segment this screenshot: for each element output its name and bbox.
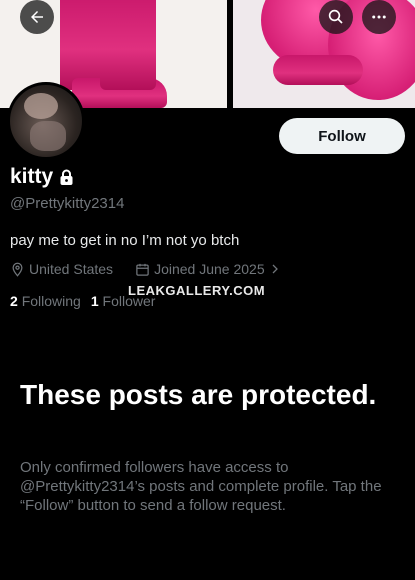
- avatar[interactable]: [7, 82, 85, 160]
- more-button[interactable]: [362, 0, 396, 34]
- search-button[interactable]: [319, 0, 353, 34]
- joined-date: Joined June 2025: [154, 261, 265, 277]
- lock-icon: [60, 169, 73, 185]
- search-icon: [328, 9, 343, 24]
- back-arrow-icon: [31, 11, 43, 23]
- display-name: kitty: [10, 165, 74, 189]
- profile-meta: United States Joined June 2025: [10, 261, 281, 277]
- followers-count: 1: [90, 293, 99, 309]
- chevron-right-icon[interactable]: [269, 263, 281, 275]
- following-link[interactable]: 2 Following: [10, 293, 81, 309]
- watermark: LEAKGALLERY.COM: [128, 283, 266, 298]
- following-label: Following: [21, 293, 81, 309]
- user-handle: @Prettykitty2314: [10, 195, 125, 212]
- calendar-icon: [136, 263, 149, 276]
- display-name-text: kitty: [10, 165, 54, 188]
- protected-title: These posts are protected.: [20, 379, 377, 410]
- following-count: 2: [10, 293, 18, 309]
- location-pin-icon: [12, 262, 23, 277]
- back-button[interactable]: [20, 0, 54, 34]
- location-text: United States: [29, 261, 114, 277]
- protected-description: Only confirmed followers have access to …: [20, 459, 382, 514]
- more-icon: [372, 15, 386, 19]
- follow-button[interactable]: Follow: [279, 118, 405, 154]
- bio: pay me to get in no I’m not yo btch: [10, 232, 240, 249]
